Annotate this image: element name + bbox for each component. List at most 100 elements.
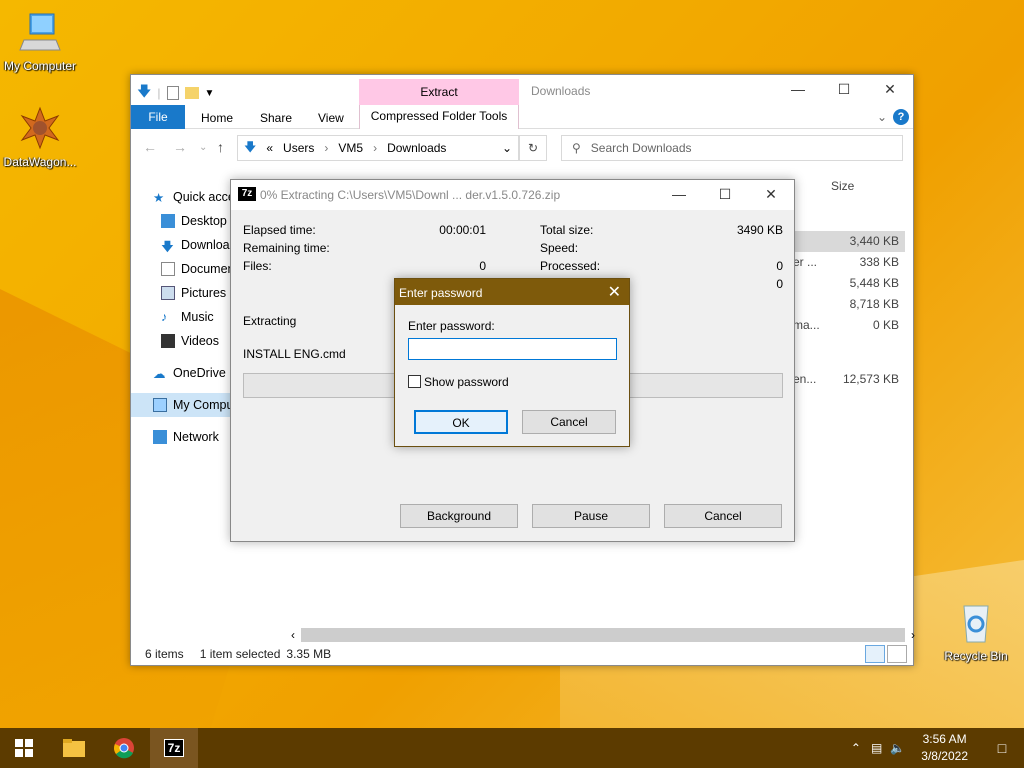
desktop-icon-datawagon[interactable]: DataWagon... xyxy=(0,106,80,169)
help-icon[interactable]: ? xyxy=(893,109,909,125)
current-file: INSTALL ENG.cmd xyxy=(243,347,346,361)
horizontal-scrollbar[interactable]: ‹ › xyxy=(291,627,915,643)
pictures-icon xyxy=(161,286,175,300)
total-size-label: Total size: xyxy=(540,223,594,237)
file-size[interactable]: 3,440 KB xyxy=(791,231,905,252)
title-bar: Enter password ✕ xyxy=(395,279,629,305)
maximize-button[interactable]: ☐ xyxy=(702,180,748,210)
enter-password-dialog: Enter password ✕ Enter password: Show pa… xyxy=(394,278,630,447)
address-dropdown-icon[interactable]: ⌄ xyxy=(502,141,512,155)
column-header-size[interactable]: Size xyxy=(831,179,854,193)
expand-ribbon-icon[interactable]: ⌄ xyxy=(877,110,887,124)
new-folder-icon[interactable] xyxy=(184,87,199,99)
file-size[interactable]: 338 KB xyxy=(791,252,905,273)
cloud-icon: ☁ xyxy=(153,367,166,381)
download-arrow-icon[interactable]: 🡇 xyxy=(137,81,151,105)
password-input[interactable] xyxy=(408,338,617,360)
back-arrow-icon[interactable]: ← xyxy=(143,139,157,155)
breadcrumb-overflow[interactable]: « xyxy=(266,141,273,155)
close-button[interactable]: ✕ xyxy=(748,180,794,210)
taskbar: 7z ⌃ ▤ 🔈 3:56 AM 3/8/2022 □ xyxy=(0,728,1024,768)
datawagon-logo-icon xyxy=(20,106,60,150)
minimize-button[interactable]: — xyxy=(775,75,821,105)
videos-icon xyxy=(161,334,175,348)
compressed-value: 0 xyxy=(776,277,783,291)
quick-access-toolbar: 🡇 | ▼ xyxy=(137,81,214,105)
pause-button[interactable]: Pause xyxy=(532,504,650,528)
download-icon: 🡇 xyxy=(161,240,174,254)
up-arrow-icon[interactable]: ↑ xyxy=(217,139,224,155)
tab-view[interactable]: View xyxy=(318,111,344,125)
forward-arrow-icon[interactable]: → xyxy=(173,139,187,155)
processed-value: 0 xyxy=(776,259,783,273)
network-status-icon[interactable]: ▤ xyxy=(871,741,882,755)
address-field[interactable]: 🡇 « Users › VM5 › Downloads ⌄ xyxy=(237,135,519,161)
search-input[interactable]: ⚲ Search Downloads xyxy=(561,135,903,161)
dialog-title: 0% Extracting C:\Users\VM5\Downl ... der… xyxy=(260,188,561,202)
remaining-time-label: Remaining time: xyxy=(243,241,330,255)
maximize-button[interactable]: ☐ xyxy=(821,75,867,105)
scroll-left-icon[interactable]: ‹ xyxy=(291,628,295,642)
breadcrumb-users[interactable]: Users xyxy=(283,141,314,155)
recycle-bin-icon xyxy=(963,605,989,643)
item-count: 6 items xyxy=(145,647,184,661)
search-placeholder: Search Downloads xyxy=(590,141,692,155)
tab-share[interactable]: Share xyxy=(260,111,292,125)
desktop-icon-recycle-bin[interactable]: Recycle Bin xyxy=(936,600,1016,663)
7zip-logo-icon: 7z xyxy=(238,187,256,201)
taskbar-file-explorer[interactable] xyxy=(50,728,98,768)
folder-icon xyxy=(63,739,85,757)
tab-file[interactable]: File xyxy=(131,105,185,129)
cancel-extraction-button[interactable]: Cancel xyxy=(664,504,782,528)
close-icon[interactable]: ✕ xyxy=(608,282,621,302)
desktop-icon-my-computer[interactable]: My Computer xyxy=(0,10,80,73)
desktop-icon xyxy=(161,214,175,228)
action-center-icon[interactable]: □ xyxy=(980,740,1024,756)
minimize-button[interactable]: — xyxy=(656,180,702,210)
search-icon: ⚲ xyxy=(572,141,581,155)
scrollbar-thumb[interactable] xyxy=(301,628,905,642)
status-text: Extracting xyxy=(243,314,297,328)
show-password-checkbox[interactable] xyxy=(408,375,421,388)
large-icons-view-button[interactable] xyxy=(887,645,907,663)
customize-toolbar-icon[interactable]: ▼ xyxy=(205,88,215,99)
music-icon: ♪ xyxy=(161,310,168,324)
scroll-right-icon[interactable]: › xyxy=(911,628,915,642)
taskbar-chrome[interactable] xyxy=(100,728,148,768)
start-button[interactable] xyxy=(0,728,48,768)
taskbar-7zip[interactable]: 7z xyxy=(150,728,198,768)
tab-compressed-folder-tools[interactable]: Compressed Folder Tools xyxy=(359,105,519,129)
clock-date: 3/8/2022 xyxy=(921,749,968,763)
file-size[interactable]: 12,573 KB xyxy=(791,369,905,390)
refresh-button[interactable]: ↻ xyxy=(519,135,547,161)
volume-icon[interactable]: 🔈 xyxy=(890,741,905,755)
tab-home[interactable]: Home xyxy=(201,111,233,125)
breadcrumb-downloads[interactable]: Downloads xyxy=(387,141,446,155)
processed-label: Processed: xyxy=(540,259,601,273)
windows-logo-icon xyxy=(15,739,33,757)
files-label: Files: xyxy=(243,259,272,273)
title-bar: 7z 0% Extracting C:\Users\VM5\Downl ... … xyxy=(231,180,794,210)
background-button[interactable]: Background xyxy=(400,504,518,528)
details-view-button[interactable] xyxy=(865,645,885,663)
breadcrumb-vm5[interactable]: VM5 xyxy=(338,141,363,155)
close-button[interactable]: ✕ xyxy=(867,75,913,105)
file-size[interactable]: 0 KB xyxy=(791,315,905,336)
desktop-icon-label: Recycle Bin xyxy=(944,649,1008,663)
clock[interactable]: 3:56 AM 3/8/2022 xyxy=(921,731,968,765)
properties-icon[interactable] xyxy=(166,86,179,100)
desktop-icon-label: DataWagon... xyxy=(3,155,77,169)
recent-locations-icon[interactable]: ⌄ xyxy=(199,142,207,153)
show-password-label[interactable]: Show password xyxy=(424,375,509,389)
file-size[interactable]: 8,718 KB xyxy=(791,294,905,315)
address-bar-row: ← → ⌄ ↑ 🡇 « Users › VM5 › Downloads ⌄ ↻ … xyxy=(131,129,913,165)
status-bar: 6 items 1 item selected 3.35 MB xyxy=(145,647,331,661)
ribbon-tabs: File Home Share View Compressed Folder T… xyxy=(131,105,913,129)
cancel-button[interactable]: Cancel xyxy=(522,410,616,434)
computer-icon xyxy=(153,398,167,412)
dialog-title: Enter password xyxy=(399,286,483,300)
show-hidden-icons-icon[interactable]: ⌃ xyxy=(851,741,861,755)
star-icon: ★ xyxy=(153,191,165,205)
ok-button[interactable]: OK xyxy=(414,410,508,434)
file-size[interactable]: 5,448 KB xyxy=(791,273,905,294)
